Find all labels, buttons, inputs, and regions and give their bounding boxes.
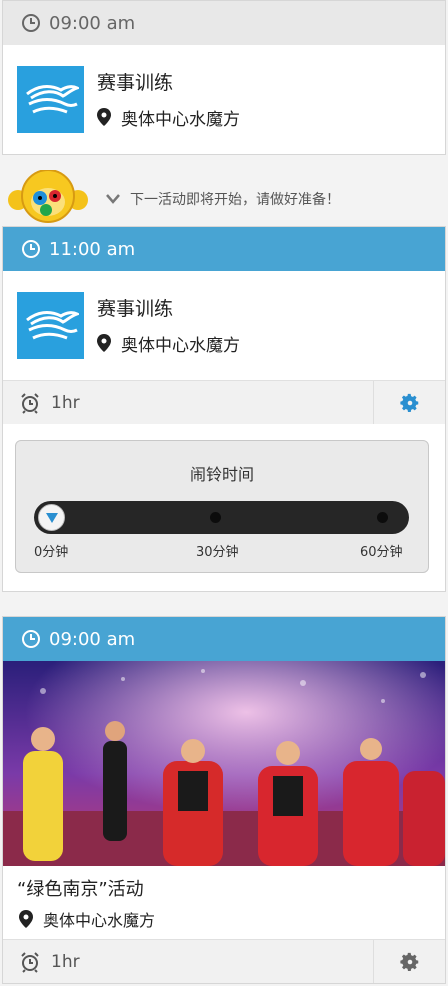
slider-tick-60 xyxy=(377,512,388,523)
duration: 1hr xyxy=(3,940,373,983)
duration: 1hr xyxy=(3,381,373,424)
event-location: 奥体中心水魔方 xyxy=(97,331,240,356)
clock-icon xyxy=(22,14,40,32)
slider-label-60: 60分钟 xyxy=(360,545,403,560)
event-time: 09:00 am xyxy=(49,12,136,34)
event-location: 奥体中心水魔方 xyxy=(3,907,445,931)
time-bar: 11:00 am xyxy=(3,227,445,271)
triangle-down-icon xyxy=(45,512,58,523)
event-time: 09:00 am xyxy=(49,628,136,650)
location-pin-icon xyxy=(97,334,111,352)
time-bar: 09:00 am xyxy=(3,617,445,661)
duration-text: 1hr xyxy=(51,392,80,413)
event-location-text: 奥体中心水魔方 xyxy=(121,335,240,356)
slider-label-30: 30分钟 xyxy=(196,545,239,560)
event-title: 赛事训练 xyxy=(97,297,174,320)
slider-label-0: 0分钟 xyxy=(34,545,69,560)
event-photo[interactable] xyxy=(3,661,445,866)
alarm-title: 闹铃时间 xyxy=(189,465,254,484)
time-bar: 09:00 am xyxy=(3,1,445,45)
settings-button[interactable] xyxy=(373,381,445,424)
event-footer: 1hr xyxy=(3,939,445,983)
event-location-text: 奥体中心水魔方 xyxy=(121,109,240,130)
chevron-down-icon xyxy=(106,194,120,204)
mascot-icon xyxy=(8,170,88,223)
location-pin-icon xyxy=(19,910,33,928)
gear-icon xyxy=(399,393,418,412)
event-card-1[interactable]: 09:00 am 赛事训练 奥体中心水魔方 xyxy=(2,0,446,155)
event-row[interactable]: 赛事训练 奥体中心水魔方 xyxy=(3,271,445,380)
notice-text: 下一活动即将开始，请做好准备！ xyxy=(130,192,340,208)
location-pin-icon xyxy=(97,108,111,126)
upcoming-notice: 下一活动即将开始，请做好准备！ xyxy=(0,170,448,226)
duration-text: 1hr xyxy=(51,951,80,972)
event-title: 赛事训练 xyxy=(97,71,174,94)
alarm-clock-icon xyxy=(21,392,39,414)
slider-thumb[interactable] xyxy=(38,504,65,531)
settings-button[interactable] xyxy=(373,940,445,983)
event-footer: 1hr xyxy=(3,380,445,424)
swimmer-logo-icon xyxy=(17,292,84,359)
clock-icon xyxy=(22,630,40,648)
event-title: “绿色南京”活动 xyxy=(17,879,144,900)
event-card-3[interactable]: 09:00 am “绿色南京”活动 奥体中心水魔方 1hr xyxy=(2,616,446,984)
event-row[interactable]: 赛事训练 奥体中心水魔方 xyxy=(3,45,445,154)
event-time: 11:00 am xyxy=(49,238,136,260)
swimmer-logo-icon xyxy=(17,66,84,133)
clock-icon xyxy=(22,240,40,258)
event-location-text: 奥体中心水魔方 xyxy=(43,911,156,930)
alarm-slider[interactable] xyxy=(34,501,409,534)
alarm-clock-icon xyxy=(21,951,39,973)
alarm-time-panel: 闹铃时间 0分钟 30分钟 60分钟 xyxy=(15,440,429,573)
gear-icon xyxy=(399,952,418,971)
event-location: 奥体中心水魔方 xyxy=(97,105,240,130)
slider-tick-30 xyxy=(210,512,221,523)
